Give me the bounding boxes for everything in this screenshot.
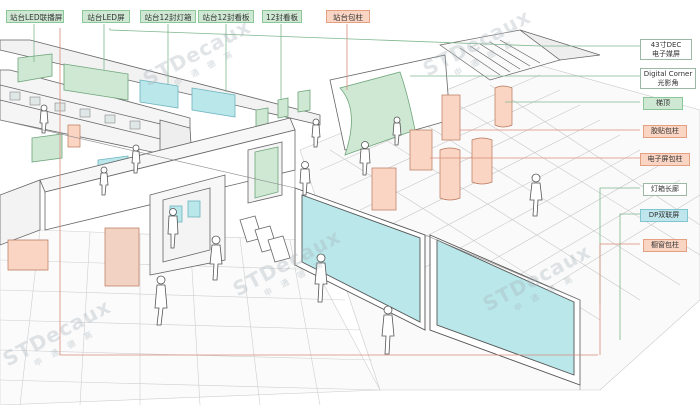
label-platform-led-screen: 站台LED屏 [82,10,130,23]
label-dec-line2: 电子媒屏 [652,49,680,58]
station-illustration [0,24,700,405]
label-glue-column-text: 胶贴包柱 [651,127,679,135]
label-window-column-text: 橱窗包柱 [651,241,679,249]
label-glue-column: 胶贴包柱 [643,125,687,138]
label-lightbox-corridor: 灯箱长廊 [643,183,687,196]
label-digital-corner-line2: 光影角 [657,78,679,87]
label-digital-corner: Digital Corner 光影角 [640,68,696,89]
label-platform-column-wrap: 站台包柱 [326,10,370,23]
label-lightbox-corridor-text: 灯箱长廊 [651,185,679,193]
label-dec-line1: 43寸DEC [650,41,682,49]
metro-station-media-diagram: 站台LED联播屏 站台LED屏 站台12封灯箱 站台12封看板 12封看板 站台… [0,0,700,405]
label-e-screen-column: 电子屏包柱 [640,153,690,166]
label-platform-led-joint-screen: 站台LED联播屏 [6,10,64,23]
label-platform-12-lightbox: 站台12封灯箱 [140,10,196,23]
label-12-panel: 12封看板 [262,10,302,23]
label-e-screen-column-text: 电子屏包柱 [647,155,683,163]
label-stairs-text: 梯顶 [656,99,670,107]
label-digital-corner-line1: Digital Corner [643,70,693,78]
label-window-column: 橱窗包柱 [643,239,687,252]
label-dec-43-digital-screen: 43寸DEC 电子媒屏 [640,39,692,60]
label-dp-double-screen-text: DP双联屏 [648,211,680,219]
label-dp-double-screen: DP双联屏 [640,209,688,222]
label-stairs: 梯顶 [643,97,683,110]
